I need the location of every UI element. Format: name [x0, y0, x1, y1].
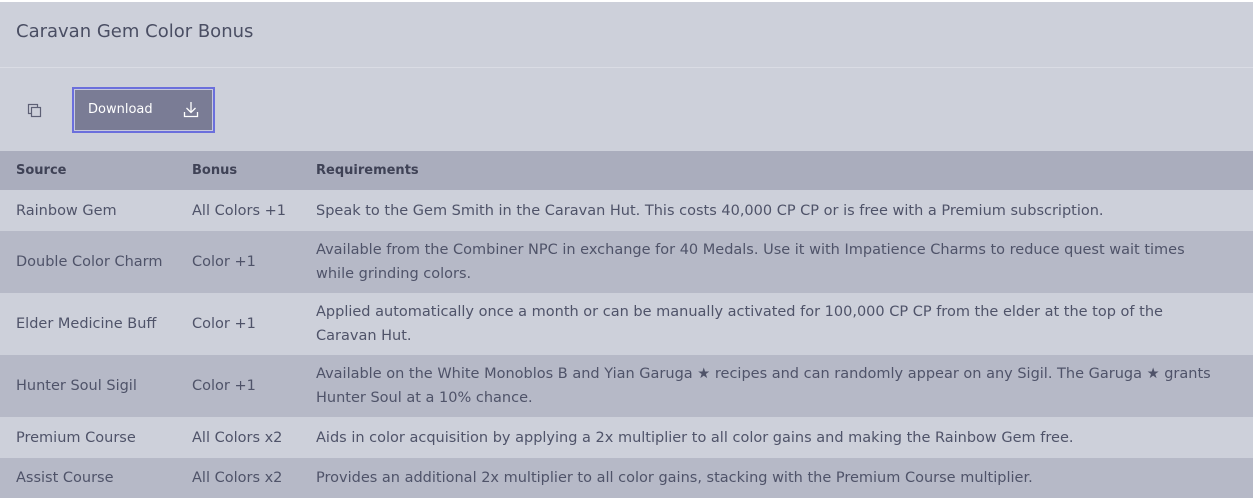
cell-requirements: Applied automatically once a month or ca…	[316, 304, 1163, 344]
cell-bonus: Color +1	[192, 254, 256, 270]
data-table: Source Bonus Requirements Rainbow Gem Al…	[0, 151, 1253, 498]
table-row: Double Color Charm Color +1 Available fr…	[0, 231, 1253, 293]
column-header-source[interactable]: Source	[0, 151, 176, 190]
cell-bonus: All Colors x2	[192, 470, 283, 486]
page-title: Caravan Gem Color Bonus	[16, 21, 254, 42]
toolbar: Download	[0, 69, 1253, 151]
cell-bonus: All Colors +1	[192, 202, 286, 219]
table-row: Assist Course All Colors x2 Provides an …	[0, 458, 1253, 498]
cell-source: Rainbow Gem	[16, 202, 117, 219]
table-row: Elder Medicine Buff Color +1 Applied aut…	[0, 293, 1253, 355]
cell-requirements: Speak to the Gem Smith in the Caravan Hu…	[316, 202, 1104, 219]
cell-source: Hunter Soul Sigil	[16, 378, 137, 394]
table-row: Hunter Soul Sigil Color +1 Available on …	[0, 355, 1253, 417]
cell-requirements: Provides an additional 2x multiplier to …	[316, 470, 1033, 486]
cell-bonus: Color +1	[192, 378, 256, 394]
cell-requirements: Available from the Combiner NPC in excha…	[316, 242, 1185, 282]
table-row: Premium Course All Colors x2 Aids in col…	[0, 417, 1253, 458]
download-button-label: Download	[88, 102, 153, 117]
cell-source: Premium Course	[16, 429, 136, 446]
column-header-requirements[interactable]: Requirements	[300, 151, 1253, 190]
download-button[interactable]: Download	[72, 87, 215, 133]
cell-source: Double Color Charm	[16, 254, 163, 270]
cell-bonus: All Colors x2	[192, 429, 283, 446]
table-row: Rainbow Gem All Colors +1 Speak to the G…	[0, 190, 1253, 231]
cell-requirements: Aids in color acquisition by applying a …	[316, 429, 1074, 446]
copy-icon[interactable]	[26, 102, 44, 120]
cell-source: Assist Course	[16, 470, 114, 486]
column-header-bonus[interactable]: Bonus	[176, 151, 300, 190]
cell-source: Elder Medicine Buff	[16, 316, 157, 332]
cell-bonus: Color +1	[192, 316, 256, 332]
card-header: Caravan Gem Color Bonus	[0, 2, 1253, 68]
table-header-row: Source Bonus Requirements	[0, 151, 1253, 190]
download-icon	[183, 101, 199, 118]
cell-requirements: Available on the White Monoblos B and Yi…	[316, 366, 1211, 406]
table-card: Caravan Gem Color Bonus Download Source	[0, 2, 1253, 498]
